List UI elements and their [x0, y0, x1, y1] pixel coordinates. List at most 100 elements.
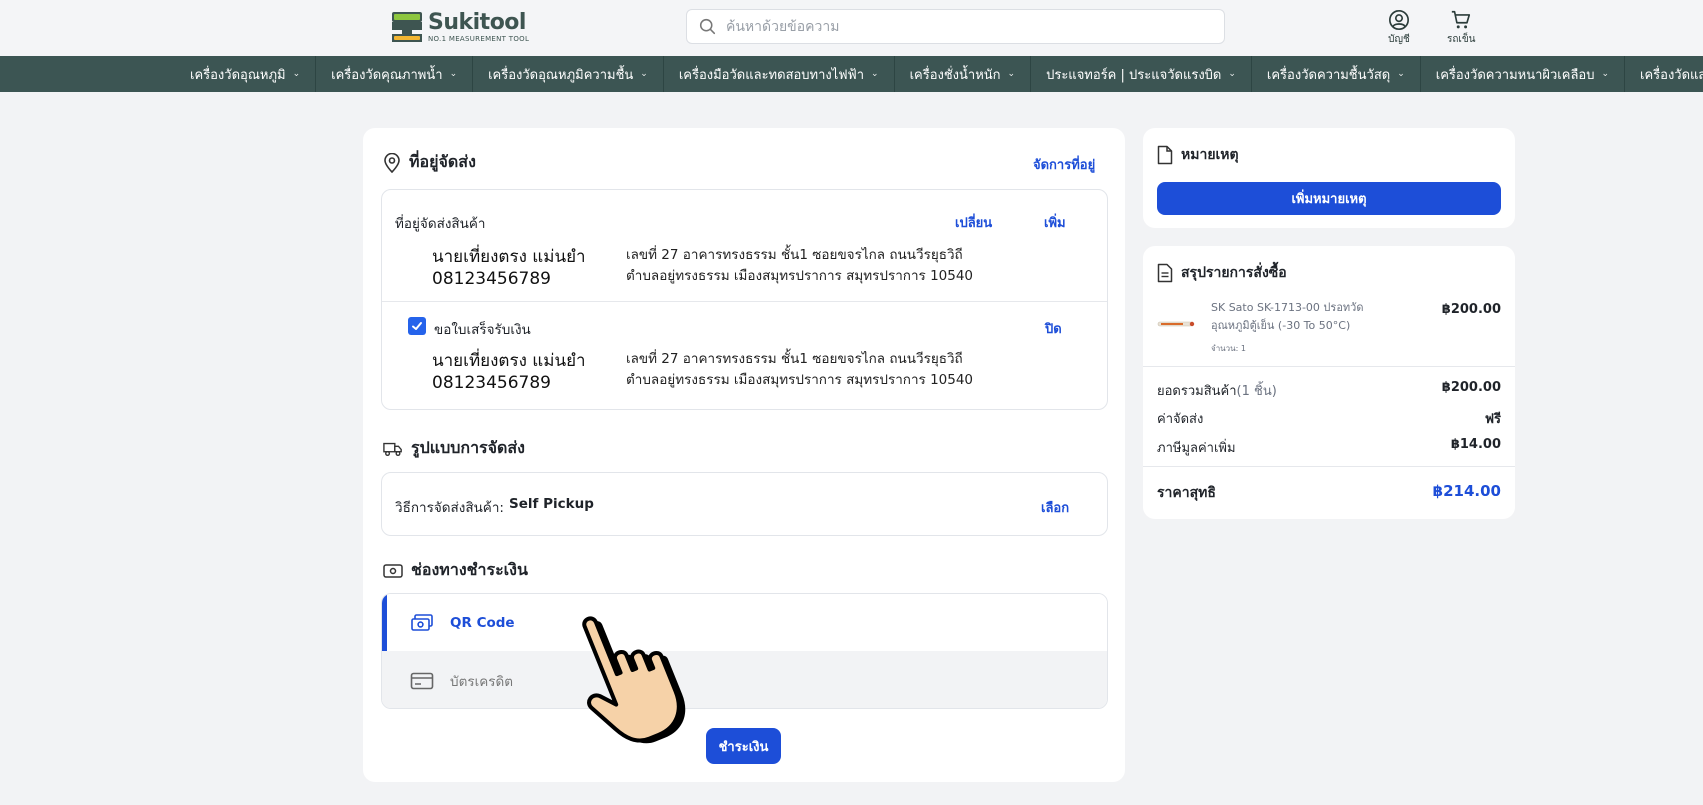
cart-button[interactable]: รถเข็น [1447, 9, 1476, 47]
subtotal-count: (1 ชิ้น) [1236, 384, 1277, 399]
chevron-down-icon: ⌄ [640, 69, 648, 79]
sukitool-logo[interactable]: Sukitool NO.1 MEASUREMENT TOOL [390, 10, 529, 44]
nav-item-label: เครื่องวัดอุณหภูมิ [190, 67, 286, 83]
address-label: ที่อยู่จัดส่งสินค้า [395, 216, 486, 232]
add-note-button[interactable]: เพิ่มหมายเหตุ [1157, 182, 1501, 215]
nav-item[interactable]: เครื่องชั่งน้ำหนัก ⌄ [895, 56, 1032, 92]
truck-icon [383, 442, 402, 456]
cart-icon [1452, 10, 1471, 29]
delivery-method-value: Self Pickup [509, 496, 594, 512]
address-divider [382, 301, 1107, 302]
add-address-link[interactable]: เพิ่ม [1044, 212, 1066, 233]
nav-item-label: เครื่องมือวัดและทดสอบทางไฟฟ้า [678, 67, 865, 83]
subtotal-value: ฿200.00 [1441, 380, 1501, 395]
nav-item[interactable]: ประแจทอร์ค | ประแจวัดแรงบิด ⌄ [1031, 56, 1252, 92]
payment-option-qr[interactable]: QR Code [382, 594, 1107, 651]
shipping-fee-label: ค่าจัดส่ง [1157, 412, 1204, 427]
account-button[interactable]: บัญชี [1388, 9, 1410, 47]
nav-item[interactable]: เครื่องวัดความหนาผิวเคลือบ ⌄ [1421, 56, 1626, 92]
manage-address-link[interactable]: จัดการที่อยู่ [1033, 154, 1095, 175]
chevron-down-icon: ⌄ [871, 69, 879, 79]
receipt-label: ขอใบเสร็จรับเงิน [434, 322, 531, 338]
notes-title: หมายเหตุ [1157, 144, 1239, 166]
close-receipt-link[interactable]: ปิด [1045, 318, 1062, 339]
payment-option-credit-card[interactable]: บัตรเครดิต [382, 651, 1107, 708]
chevron-down-icon: ⌄ [1007, 69, 1016, 79]
payment-option-qr-label: QR Code [450, 614, 515, 631]
product-info[interactable]: SK Sato SK-1713-00 ปรอทวัด อุณหภูมิตู้เย… [1211, 299, 1364, 335]
address-box: ที่อยู่จัดส่งสินค้า เปลี่ยน เพิ่ม นายเที… [381, 189, 1108, 410]
pay-button[interactable]: ชำระเงิน [706, 728, 781, 764]
receipt-address-line2: ตำบลอยู่ทรงธรรม เมืองสมุทรปราการ สมุทรปร… [626, 372, 974, 388]
nav-item[interactable]: เครื่องวัดอุณหภูมิ ⌄ [175, 56, 317, 92]
hand-pointer-cursor-icon [582, 616, 686, 744]
payment-option-credit-card-label: บัตรเครดิต [450, 673, 514, 690]
cart-label: รถเข็น [1447, 34, 1476, 45]
search-icon [699, 18, 716, 35]
qr-money-icon [411, 613, 433, 631]
nav-item[interactable]: เครื่องวัดแสง⌄ [1625, 56, 1703, 92]
chevron-down-icon: ⌄ [1228, 69, 1236, 79]
product-name-line2: อุณหภูมิตู้เย็น (-30 To 50°C) [1211, 319, 1351, 332]
subtotal-label: ยอดรวมสินค้า [1157, 384, 1237, 399]
receipt-address-line1: เลขที่ 27 อาคารทรงธรรม ชั้น1 ซอยขจรไกล ถ… [626, 351, 963, 367]
nav-item[interactable]: เครื่องวัดอุณหภูมิความชื้น ⌄ [473, 56, 664, 92]
checkout-card: ที่อยู่จัดส่ง จัดการที่อยู่ ที่อยู่จัดส่… [363, 128, 1125, 782]
nav-item-label: เครื่องวัดความชื้นวัสดุ [1266, 67, 1391, 83]
summary-title: สรุปรายการสั่งซื้อ [1157, 262, 1287, 284]
product-price: ฿200.00 [1441, 302, 1501, 317]
select-delivery-link[interactable]: เลือก [1041, 497, 1069, 518]
account-label: บัญชี [1388, 34, 1410, 45]
order-summary-card: สรุปรายการสั่งซื้อ SK Sato SK-1713-00 ปร… [1143, 246, 1515, 519]
delivery-box: วิธีการจัดส่งสินค้า: Self Pickup เลือก [381, 472, 1108, 536]
delivery-method-label: วิธีการจัดส่งสินค้า: [395, 500, 504, 516]
nav-item-label: เครื่องชั่งน้ำหนัก [909, 67, 1001, 83]
product-quantity: จำนวน: 1 [1211, 344, 1246, 353]
logo-name: Sukitool [428, 9, 526, 35]
vat-value: ฿14.00 [1450, 437, 1501, 452]
product-name-line1: SK Sato SK-1713-00 ปรอทวัด [1211, 301, 1364, 314]
nav-item-label: เครื่องวัดคุณภาพน้ำ [331, 67, 443, 83]
location-pin-icon [384, 152, 400, 173]
total-value: ฿214.00 [1432, 482, 1501, 500]
receipt-checkbox[interactable] [408, 317, 426, 335]
document-icon [1157, 145, 1173, 165]
user-icon [1389, 10, 1409, 30]
vat-row: ภาษีมูลค่าเพิ่ม ฿14.00 [1157, 437, 1501, 458]
chevron-down-icon: ⌄ [449, 69, 458, 79]
search-input[interactable] [726, 18, 1206, 35]
product-thumbnail[interactable] [1157, 316, 1195, 330]
nav-item-label: เครื่องวัดแสง [1640, 67, 1703, 83]
logo-icon [390, 10, 424, 44]
shipping-fee-row: ค่าจัดส่ง ฟรี [1157, 408, 1501, 429]
nav-item[interactable]: เครื่องวัดความชื้นวัสดุ ⌄ [1252, 56, 1421, 92]
chevron-down-icon: ⌄ [292, 69, 301, 79]
delivery-section-title: รูปแบบการจัดส่ง [383, 436, 525, 461]
subtotal-row: ยอดรวมสินค้า(1 ชิ้น) ฿200.00 [1157, 380, 1501, 401]
vat-label: ภาษีมูลค่าเพิ่ม [1157, 441, 1236, 456]
top-header: Sukitool NO.1 MEASUREMENT TOOL บัญชี รถเ… [0, 0, 1703, 56]
logo-tagline: NO.1 MEASUREMENT TOOL [428, 34, 530, 43]
nav-item-label: เครื่องวัดอุณหภูมิความชื้น [488, 67, 634, 83]
address-line1: เลขที่ 27 อาคารทรงธรรม ชั้น1 ซอยขจรไกล ถ… [626, 247, 963, 263]
receipt-name: นายเที่ยงตรง แม่นยำ [432, 351, 586, 371]
recipient-phone: 08123456789 [432, 269, 551, 289]
thermometer-product-image [1157, 321, 1195, 327]
payment-options-box: QR Code บัตรเครดิต [381, 593, 1108, 709]
summary-divider-bottom [1143, 466, 1515, 467]
category-nav: เครื่องวัดอุณหภูมิ ⌄ เครื่องวัดคุณภาพน้ำ ⌄ เ… [0, 56, 1703, 92]
payment-section-title: ช่องทางชำระเงิน [383, 558, 528, 583]
shipping-section-title: ที่อยู่จัดส่ง [383, 150, 476, 175]
notes-card: หมายเหตุ เพิ่มหมายเหตุ [1143, 128, 1515, 228]
nav-item[interactable]: เครื่องมือวัดและทดสอบทางไฟฟ้า ⌄ [664, 56, 895, 92]
cash-icon [383, 563, 403, 578]
nav-item-label: ประแจทอร์ค | ประแจวัดแรงบิด [1046, 67, 1222, 83]
nav-item[interactable]: เครื่องวัดคุณภาพน้ำ ⌄ [316, 56, 474, 92]
address-line2: ตำบลอยู่ทรงธรรม เมืองสมุทรปราการ สมุทรปร… [626, 268, 974, 284]
change-address-link[interactable]: เปลี่ยน [955, 212, 992, 233]
credit-card-icon [410, 672, 434, 689]
chevron-down-icon: ⌄ [1397, 69, 1405, 79]
receipt-list-icon [1157, 263, 1173, 283]
shipping-fee-value: ฟรี [1484, 412, 1501, 427]
total-label: ราคาสุทธิ [1157, 485, 1216, 501]
